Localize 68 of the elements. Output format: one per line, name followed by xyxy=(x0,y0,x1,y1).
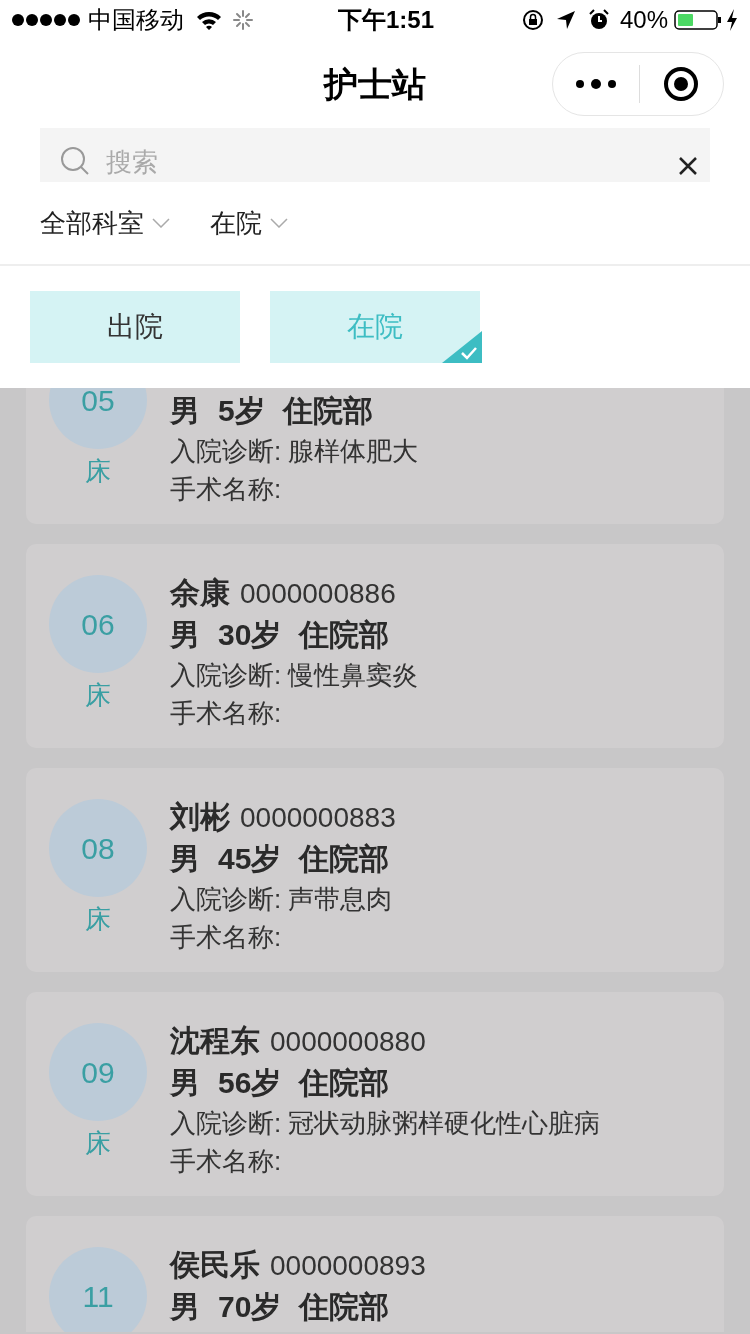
patient-sex: 男 xyxy=(170,1064,200,1101)
patient-ward: 住院部 xyxy=(299,616,390,653)
patient-age: 5岁 xyxy=(218,392,265,429)
bed-label: 床 xyxy=(85,903,111,936)
bed-number: 08 xyxy=(49,799,147,897)
filter-dropdown[interactable]: 在院 xyxy=(210,203,288,243)
status-option[interactable]: 出院 xyxy=(30,291,240,363)
bed-number: 09 xyxy=(49,1023,147,1121)
patient-sex: 男 xyxy=(170,1288,200,1325)
patient-id: 0000000893 xyxy=(270,1249,426,1283)
admission-diagnosis: 入院诊断: 慢性鼻窦炎 xyxy=(170,659,419,692)
signal-icon xyxy=(12,13,80,27)
patient-id: 0000000880 xyxy=(270,1025,426,1059)
admission-diagnosis: 入院诊断: 声带息肉 xyxy=(170,883,394,916)
surgery-name: 手术名称: xyxy=(170,473,283,506)
patient-sex: 男 xyxy=(170,392,200,429)
filter-dropdown[interactable]: 全部科室 xyxy=(40,203,170,243)
loading-spinner-icon xyxy=(232,9,254,31)
patient-card[interactable]: 05 床 男 5岁 住院部 入院诊断: 腺样体肥大 手术名称: xyxy=(26,388,724,524)
bed-number: 05 xyxy=(49,388,147,449)
patient-sex: 男 xyxy=(170,616,200,653)
patient-ward: 住院部 xyxy=(299,840,390,877)
search-field[interactable]: 搜索 xyxy=(40,128,710,182)
admission-diagnosis: 入院诊断: 冠状动脉粥样硬化性心脏病 xyxy=(170,1107,601,1140)
surgery-name: 手术名称: xyxy=(170,697,283,730)
bed-number: 06 xyxy=(49,575,147,673)
carrier-name: 中国移动 xyxy=(88,5,184,35)
patient-age: 56岁 xyxy=(218,1064,282,1101)
battery-icon xyxy=(674,9,722,31)
patient-card[interactable]: 09 床 沈程东 0000000880 男 56岁 住院部 入院诊断: 冠状动脉粥样硬化性心脏病 手术名称: xyxy=(26,992,724,1196)
patient-ward: 住院部 xyxy=(299,1288,390,1325)
bed-label: 床 xyxy=(85,1127,111,1160)
target-icon xyxy=(663,66,700,102)
patient-ward: 住院部 xyxy=(299,1064,390,1101)
battery-percent: 40% xyxy=(619,5,668,35)
clear-icon[interactable] xyxy=(678,156,698,176)
patient-card[interactable]: 11 侯民乐 0000000893 男 70岁 住院部 xyxy=(26,1216,724,1332)
patient-ward: 住院部 xyxy=(282,392,373,429)
search-icon xyxy=(60,146,90,176)
patient-card[interactable]: 06 床 余康 0000000886 男 30岁 住院部 入院诊断: 慢性鼻窦炎 手术名称: xyxy=(26,544,724,748)
page-title: 护士站 xyxy=(324,63,426,105)
patient-sex: 男 xyxy=(170,840,200,877)
alarm-clock-icon xyxy=(587,9,610,31)
clock-time: 下午1:51 xyxy=(338,5,435,35)
patient-card[interactable]: 08 床 刘彬 0000000883 男 45岁 住院部 入院诊断: 声带息肉 手术名称: xyxy=(26,768,724,972)
more-icon xyxy=(574,78,617,90)
chevron-down-icon xyxy=(270,218,288,228)
surgery-name: 手术名称: xyxy=(170,921,283,954)
patient-id: 0000000886 xyxy=(240,577,396,611)
patient-name: 沈程东 xyxy=(170,1023,260,1059)
chevron-down-icon xyxy=(152,218,170,228)
bed-label: 床 xyxy=(85,455,111,488)
surgery-name: 手术名称: xyxy=(170,1145,283,1178)
bed-label: 床 xyxy=(85,679,111,712)
patient-id: 0000000883 xyxy=(240,801,396,835)
charging-bolt-icon xyxy=(726,9,738,31)
patient-name: 余康 xyxy=(170,575,230,611)
patient-age: 45岁 xyxy=(218,840,282,877)
bed-number: 11 xyxy=(49,1247,147,1332)
rotation-lock-icon xyxy=(521,9,544,31)
wifi-icon xyxy=(196,10,222,30)
patient-name: 刘彬 xyxy=(170,799,230,835)
patient-age: 30岁 xyxy=(218,616,282,653)
admission-diagnosis: 入院诊断: 腺样体肥大 xyxy=(170,435,419,468)
location-arrow-icon xyxy=(555,10,576,30)
selected-check-icon xyxy=(442,331,482,363)
patient-name: 侯民乐 xyxy=(170,1247,260,1283)
patient-age: 70岁 xyxy=(218,1288,282,1325)
